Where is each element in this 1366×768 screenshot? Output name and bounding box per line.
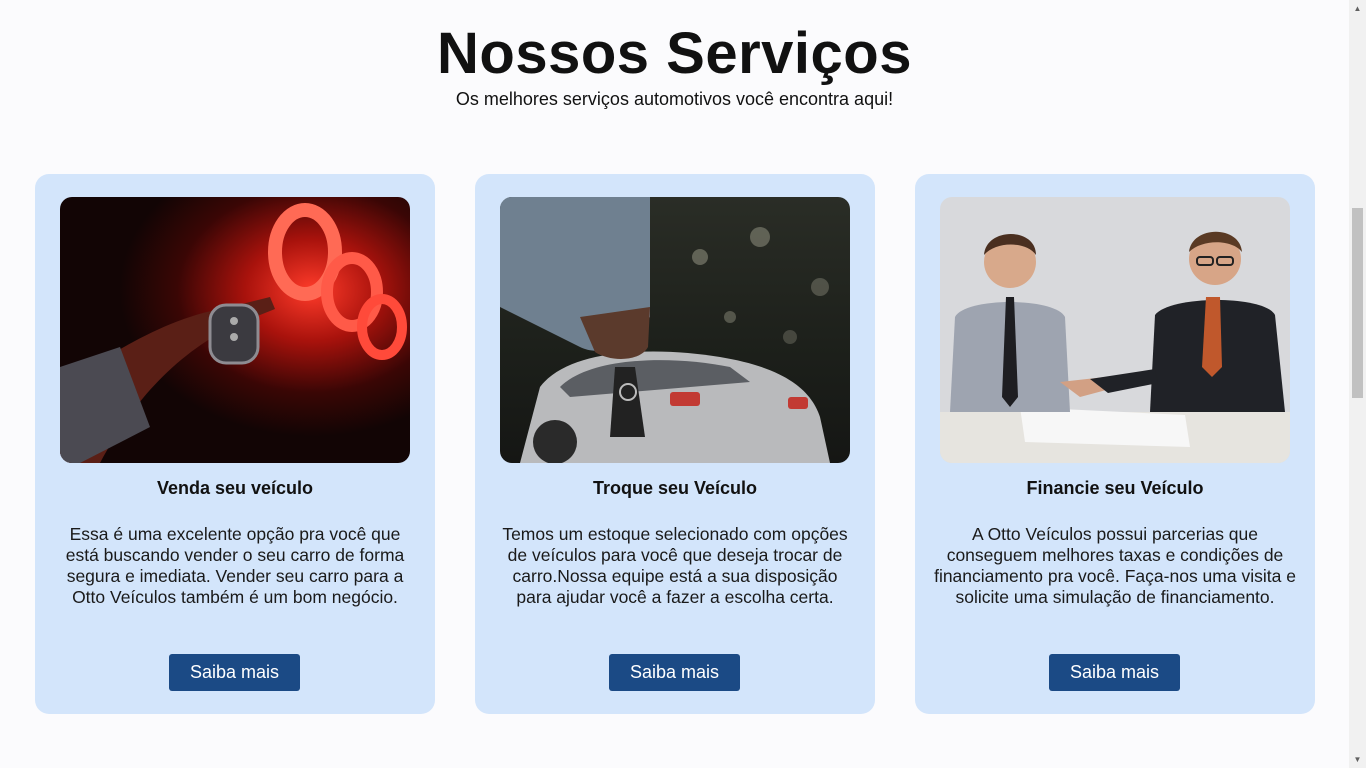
- services-header: Nossos Serviços Os melhores serviços aut…: [0, 22, 1349, 110]
- card-title: Financie seu Veículo: [1026, 478, 1204, 498]
- scroll-down-arrow-icon[interactable]: ▼: [1349, 751, 1366, 768]
- service-card-finance: Financie seu Veículo A Otto Veículos pos…: [915, 174, 1315, 714]
- card-description: A Otto Veículos possui parcerias que con…: [934, 524, 1296, 607]
- service-card-trade: Troque seu Veículo Temos um estoque sele…: [475, 174, 875, 714]
- learn-more-button[interactable]: Saiba mais: [1049, 654, 1180, 691]
- scroll-up-arrow-icon[interactable]: ▲: [1349, 0, 1366, 17]
- card-title: Venda seu veículo: [156, 478, 314, 498]
- finance-handshake-image: [940, 197, 1290, 463]
- card-description: Temos um estoque selecionado com opções …: [502, 524, 848, 607]
- services-cards: Venda seu veículo Essa é uma excelente o…: [35, 174, 1315, 714]
- vertical-scrollbar[interactable]: ▲ ▼: [1349, 0, 1366, 768]
- service-card-sell: Venda seu veículo Essa é uma excelente o…: [35, 174, 435, 714]
- card-description: Essa é uma excelente opção pra você que …: [65, 524, 405, 607]
- sell-car-image: [60, 197, 410, 463]
- page-title: Nossos Serviços: [437, 21, 912, 86]
- services-page: Nossos Serviços Os melhores serviços aut…: [0, 0, 1349, 768]
- trade-car-image: [500, 197, 850, 463]
- page-subtitle: Os melhores serviços automotivos você en…: [455, 89, 894, 109]
- learn-more-button[interactable]: Saiba mais: [609, 654, 740, 691]
- learn-more-button[interactable]: Saiba mais: [169, 654, 300, 691]
- card-title: Troque seu Veículo: [592, 478, 758, 498]
- scrollbar-thumb[interactable]: [1352, 208, 1363, 398]
